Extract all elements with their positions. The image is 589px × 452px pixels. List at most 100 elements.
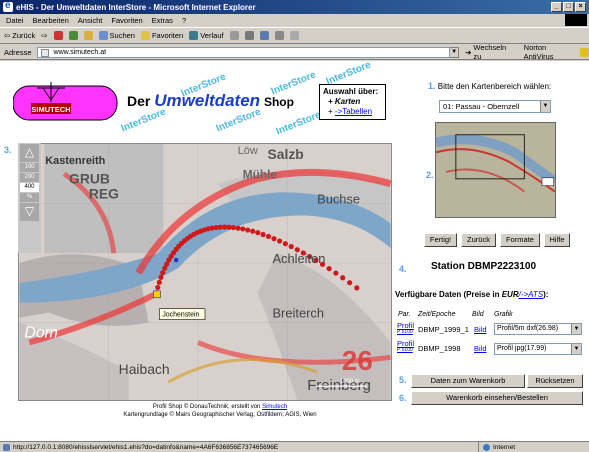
profile-point[interactable] [235,225,241,231]
tables-link[interactable]: ->Tabellen [335,107,372,116]
grafik-select[interactable]: Profil/5m dxf(26.98) ▼ [494,323,582,335]
profile-point[interactable] [155,284,161,291]
map-label: Kastenreith [45,155,105,167]
menu-favoriten[interactable]: Favoriten [111,16,142,25]
window-title: eHIS - Der Umweltdaten InterStore - Micr… [16,2,256,12]
profile-point[interactable] [326,266,332,272]
history-icon [189,31,199,40]
profile-point[interactable] [282,241,288,247]
reset-button[interactable]: Rücksetzen [527,374,583,388]
back-button[interactable]: ⇦ Zurück [4,31,35,40]
ats-link[interactable]: /->ATS [519,290,544,299]
goto-button[interactable]: ➔ Wechseln zu [465,43,516,61]
menu-ansicht[interactable]: Ansicht [78,16,103,25]
home-icon[interactable] [83,31,93,40]
profile-point[interactable] [245,227,251,233]
menu-help[interactable]: ? [182,16,186,25]
menu-extras[interactable]: Extras [152,16,173,25]
image-link[interactable]: Bild [474,325,487,334]
norton-antivirus-button[interactable]: Norton AntiVirus [524,43,589,61]
add-to-cart-button[interactable]: Daten zum Warenkorb [411,374,525,388]
print-icon[interactable] [244,31,254,40]
step-3-number: 3. [4,145,12,155]
col-header-bild: Bild [472,311,484,318]
map-label: Haibach [119,361,170,377]
simutech-link[interactable]: Simutech [262,404,287,410]
page-icon [3,443,10,451]
map-credit: Profil Shop © DonauTechnik; erstellt von… [123,404,317,418]
profile-point[interactable] [156,279,162,285]
chevron-down-icon: ▼ [571,324,581,334]
discuss-icon[interactable] [274,31,284,40]
history-button[interactable]: Verlauf [189,31,224,40]
zoom-400[interactable]: 400 [20,183,39,192]
map-label: Salzb [268,146,304,162]
norton-icon [580,47,589,57]
profile-point[interactable] [271,236,277,242]
param-link[interactable]: Profil [397,322,414,330]
zoom-out-triangle-icon[interactable]: ▽ [20,203,39,221]
profile-point[interactable] [240,226,246,232]
help-button[interactable]: Hilfe [544,233,570,247]
close-button[interactable]: × [575,2,586,12]
profile-point[interactable] [160,270,166,276]
menu-bearbeiten[interactable]: Bearbeiten [33,16,69,25]
messenger-icon[interactable] [289,31,299,40]
zoom-200[interactable]: 200 [20,173,39,182]
profile-point[interactable] [226,224,232,230]
profile-point[interactable] [250,228,256,234]
overview-map[interactable] [435,122,556,218]
menu-bar: Datei Bearbeiten Ansicht Favoriten Extra… [0,14,589,26]
grafik-select[interactable]: Profil jpg(17.99) ▼ [494,343,582,355]
map-label: Löw [238,145,258,157]
station-heading: Station DBMP2223100 [431,261,537,272]
selected-station-marker[interactable] [174,257,179,263]
back-nav-button[interactable]: Zurück [461,233,496,247]
profile-point[interactable] [277,238,283,244]
address-input[interactable]: www.simutech.at [36,46,451,58]
chevron-down-icon: ▼ [571,344,581,354]
map-label: Breiterch [272,306,324,321]
address-label: Adresse [4,47,32,57]
logo-text: SIMUTECH [31,105,70,114]
maximize-button[interactable]: □ [563,2,574,12]
param-code-link[interactable]: P 5100 [397,347,414,354]
profile-point[interactable] [158,274,164,280]
param-code-link[interactable]: P 5100 [397,329,414,336]
simutech-logo: SIMUTECH [13,82,118,121]
profile-point[interactable] [288,244,294,250]
zoom-100[interactable]: 100 [20,163,39,172]
address-dropdown-button[interactable]: ▼ [449,46,460,58]
profile-point[interactable] [354,285,360,291]
zoom-in-triangle-icon[interactable]: △ [20,144,39,162]
profile-point[interactable] [265,233,272,240]
region-select[interactable]: 01: Passau - Obernzell ▼ [439,100,551,113]
stop-icon[interactable] [53,31,63,40]
windows-logo-icon [565,14,587,26]
map-number-label: 26 [342,345,373,376]
profile-point[interactable] [255,230,261,236]
param-link[interactable]: Profil [397,340,414,348]
refresh-icon[interactable] [68,31,78,40]
forward-button[interactable]: ⇨ [41,31,47,40]
step-2-number: 2. [426,170,434,180]
done-button[interactable]: Fertig! [424,233,457,247]
formats-button[interactable]: Formate [500,233,540,247]
profile-point[interactable] [340,275,346,281]
menu-datei[interactable]: Datei [6,16,24,25]
map[interactable]: Kastenreith GRUB REG Salzb Mühle Buchse … [18,143,392,401]
profile-point[interactable] [260,231,266,238]
profile-point[interactable] [230,224,236,231]
profile-point[interactable] [333,270,339,276]
edit-icon[interactable] [259,31,269,40]
mail-icon[interactable] [229,31,239,40]
search-button[interactable]: Suchen [98,31,135,40]
favorites-button[interactable]: Favoriten [140,31,183,40]
station-marker[interactable] [153,290,161,299]
profile-point[interactable] [347,280,353,286]
minimize-button[interactable]: _ [551,2,562,12]
back-arrow-icon: ⇦ [4,31,11,40]
image-link[interactable]: Bild [474,344,487,353]
view-cart-order-button[interactable]: Warenkorb einsehen/Bestellen [411,391,583,405]
page-title: Der Umweltdaten Shop [127,91,294,110]
